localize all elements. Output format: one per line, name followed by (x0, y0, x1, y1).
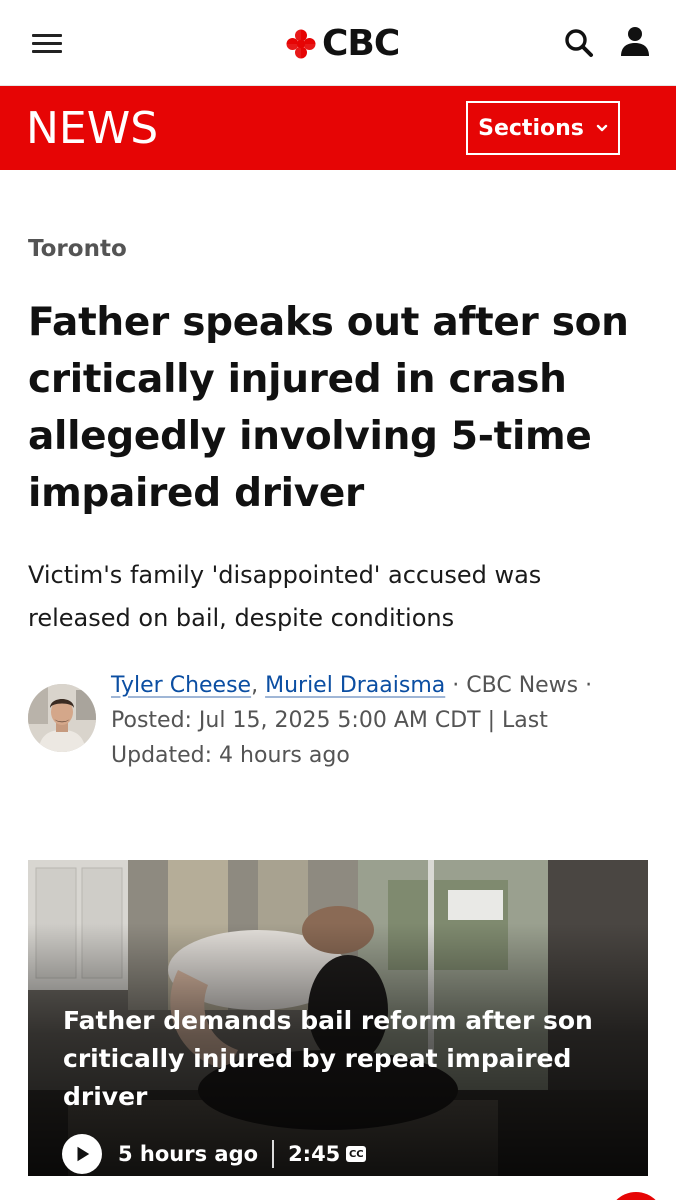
floating-action-button[interactable] (608, 1192, 664, 1200)
top-bar: CBC (0, 0, 676, 86)
logo-wordmark: CBC (322, 23, 400, 64)
author-link-1[interactable]: Tyler Cheese (111, 673, 251, 698)
category-label[interactable]: Toronto (28, 236, 127, 262)
author-link-2[interactable]: Muriel Draaisma (265, 673, 445, 698)
play-icon[interactable] (62, 1134, 102, 1174)
cbc-gem-icon (286, 29, 316, 59)
byline: Tyler Cheese, Muriel Draaisma · CBC News… (28, 668, 648, 778)
sections-label: Sections (478, 115, 584, 141)
closed-captions-icon: CC (346, 1146, 367, 1162)
video-card[interactable]: Father demands bail reform after son cri… (28, 860, 648, 1176)
byline-comma: , (251, 673, 259, 698)
video-time-ago: 5 hours ago (118, 1142, 259, 1166)
user-icon[interactable] (618, 24, 652, 58)
byline-dot: · (452, 673, 460, 698)
byline-text: Tyler Cheese, Muriel Draaisma · CBC News… (111, 668, 651, 773)
video-title[interactable]: Father demands bail reform after son cri… (63, 1002, 603, 1116)
byline-dot: · (585, 673, 593, 698)
post-dates: Posted: Jul 15, 2025 5:00 AM CDT | Last … (111, 708, 548, 768)
hamburger-menu-icon[interactable] (32, 32, 62, 54)
news-section-bar: NEWS Sections (0, 86, 676, 170)
news-title[interactable]: NEWS (26, 104, 158, 154)
search-icon[interactable] (562, 26, 596, 60)
cbc-logo[interactable]: CBC (284, 22, 400, 66)
headline: Father speaks out after son critically i… (28, 300, 629, 516)
meta-divider (272, 1140, 275, 1168)
chevron-down-icon (596, 124, 608, 132)
author-avatar (28, 684, 96, 752)
video-duration: 2:45 (288, 1142, 341, 1166)
video-meta: 5 hours ago 2:45 CC (62, 1134, 367, 1174)
outlet-name: CBC News (466, 673, 579, 698)
sections-button[interactable]: Sections (466, 101, 620, 155)
deck-subtitle: Victim's family 'disappointed' accused w… (28, 561, 542, 632)
